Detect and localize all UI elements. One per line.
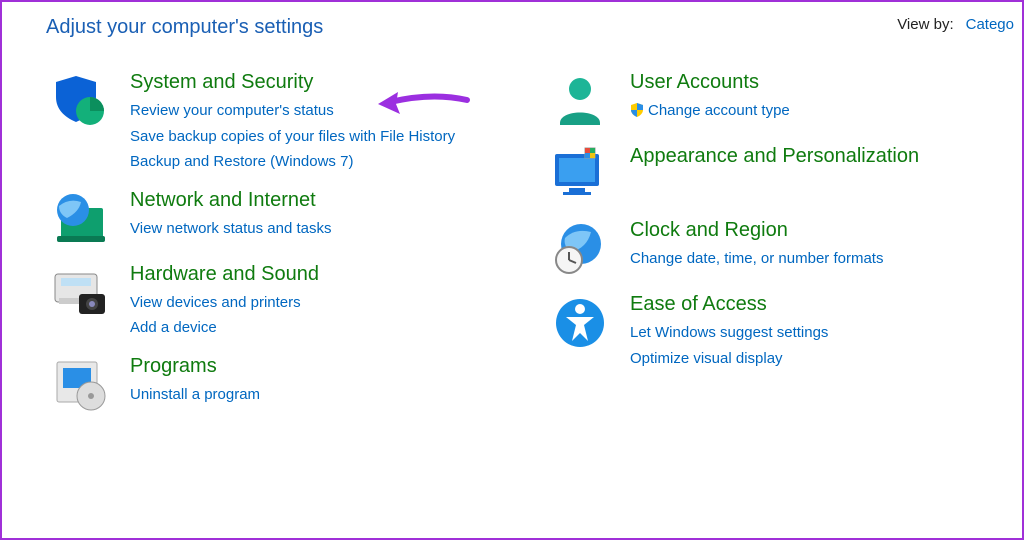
link-optimize-visual[interactable]: Optimize visual display	[630, 346, 828, 372]
accessibility-icon	[550, 293, 610, 353]
category-title-network[interactable]: Network and Internet	[130, 189, 316, 212]
shield-pie-icon	[50, 71, 110, 131]
category-title-user-accounts[interactable]: User Accounts	[630, 71, 759, 94]
link-review-status[interactable]: Review your computer's status	[130, 98, 455, 124]
category-title-ease-of-access[interactable]: Ease of Access	[630, 293, 767, 316]
link-devices-printers[interactable]: View devices and printers	[130, 290, 319, 316]
category-ease-of-access: Ease of Access Let Windows suggest setti…	[550, 293, 990, 371]
user-icon	[550, 71, 610, 131]
page-title: Adjust your computer's settings	[46, 16, 323, 39]
link-uninstall-program[interactable]: Uninstall a program	[130, 382, 260, 408]
view-by-value[interactable]: Catego	[966, 16, 1014, 33]
view-by-label: View by:	[897, 16, 953, 33]
globe-clock-icon	[550, 219, 610, 279]
link-suggest-settings[interactable]: Let Windows suggest settings	[630, 320, 828, 346]
category-appearance: Appearance and Personalization	[550, 145, 990, 205]
uac-shield-icon	[630, 100, 644, 114]
category-title-hardware[interactable]: Hardware and Sound	[130, 263, 319, 286]
category-system-security: System and Security Review your computer…	[50, 71, 530, 175]
category-programs: Programs Uninstall a program	[50, 355, 530, 415]
category-clock-region: Clock and Region Change date, time, or n…	[550, 219, 990, 279]
link-network-status[interactable]: View network status and tasks	[130, 216, 332, 242]
link-backup-restore[interactable]: Backup and Restore (Windows 7)	[130, 149, 455, 175]
category-title-clock-region[interactable]: Clock and Region	[630, 219, 788, 242]
category-network: Network and Internet View network status…	[50, 189, 530, 249]
category-title-system-security[interactable]: System and Security	[130, 71, 313, 94]
link-file-history[interactable]: Save backup copies of your files with Fi…	[130, 124, 455, 150]
programs-disc-icon	[50, 355, 110, 415]
link-change-account-type[interactable]: Change account type	[630, 98, 790, 124]
link-change-date-time[interactable]: Change date, time, or number formats	[630, 246, 883, 272]
category-title-appearance[interactable]: Appearance and Personalization	[630, 145, 919, 168]
category-title-programs[interactable]: Programs	[130, 355, 217, 378]
monitor-colors-icon	[550, 145, 610, 205]
category-hardware: Hardware and Sound View devices and prin…	[50, 263, 530, 341]
view-by-group: View by: Catego	[897, 16, 1014, 33]
globe-network-icon	[50, 189, 110, 249]
printer-camera-icon	[50, 263, 110, 323]
link-add-device[interactable]: Add a device	[130, 315, 319, 341]
category-user-accounts: User Accounts Change account type	[550, 71, 990, 131]
